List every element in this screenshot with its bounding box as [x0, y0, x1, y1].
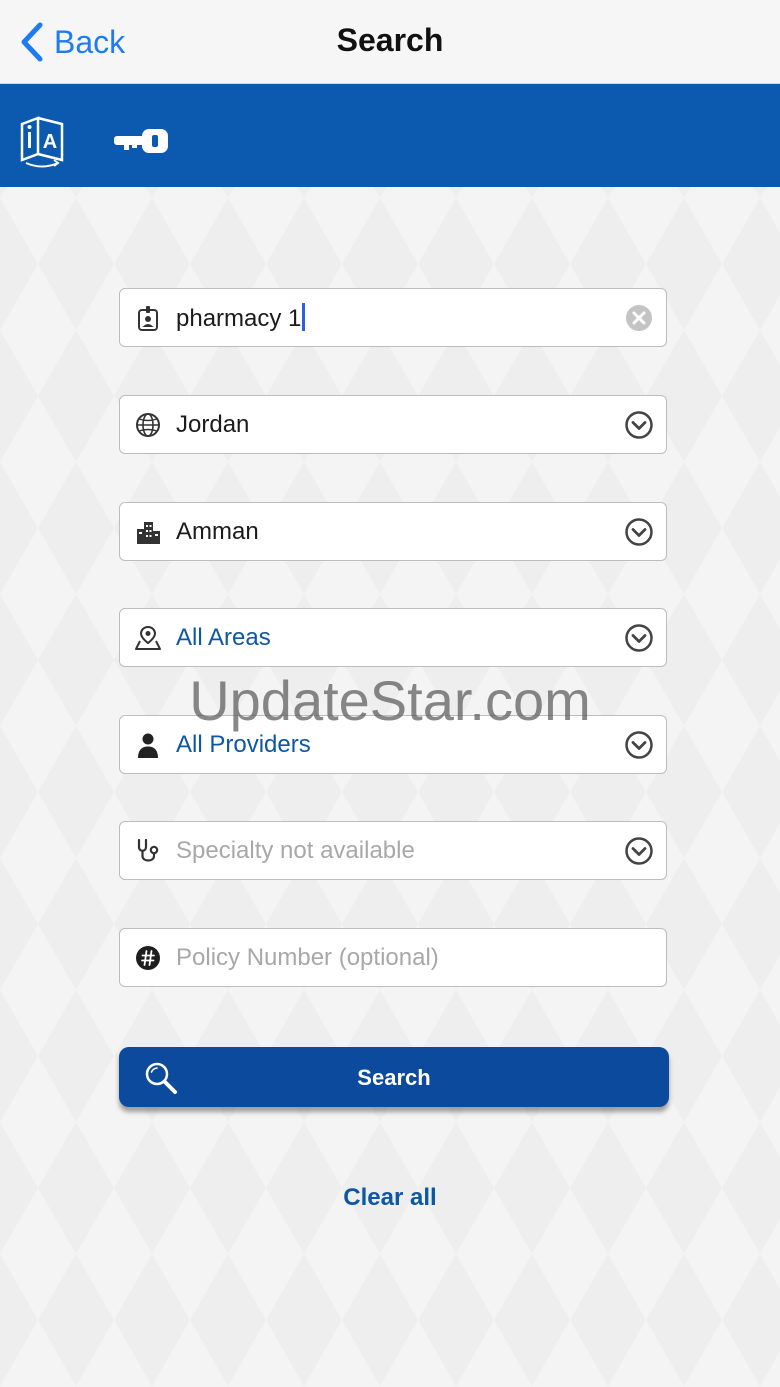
policy-number-placeholder: Policy Number (optional)	[176, 943, 439, 971]
country-value: Jordan	[176, 410, 250, 438]
specialty-placeholder: Specialty not available	[176, 836, 415, 864]
area-value: All Areas	[176, 623, 271, 651]
area-select[interactable]: All Areas	[119, 608, 667, 667]
search-button[interactable]: Search	[119, 1047, 669, 1107]
toolbar: A	[0, 84, 780, 187]
navigation-bar: Back Search	[0, 0, 780, 84]
country-select[interactable]: Jordan	[119, 395, 667, 454]
chevron-down-icon	[625, 410, 653, 439]
clear-text-icon[interactable]	[624, 303, 654, 333]
person-icon	[138, 733, 158, 758]
key-icon[interactable]	[112, 126, 170, 156]
map-pin-icon	[135, 625, 161, 650]
chevron-down-icon	[625, 517, 653, 546]
policy-number-input[interactable]: Policy Number (optional)	[119, 928, 667, 987]
city-value: Amman	[176, 517, 259, 545]
svg-text:A: A	[43, 131, 57, 153]
search-button-label: Search	[357, 1065, 431, 1090]
provider-name-input[interactable]: pharmacy 1	[119, 288, 667, 347]
hash-icon	[136, 945, 160, 970]
id-badge-icon	[138, 305, 158, 331]
text-caret	[302, 302, 306, 331]
specialty-select[interactable]: Specialty not available	[119, 821, 667, 880]
globe-icon	[136, 412, 160, 437]
stethoscope-icon	[137, 838, 159, 862]
city-select[interactable]: Amman	[119, 502, 667, 561]
chevron-down-icon	[625, 730, 653, 759]
city-buildings-icon	[137, 521, 160, 544]
chevron-down-icon	[625, 836, 653, 865]
chevron-down-icon	[625, 623, 653, 652]
provider-type-select[interactable]: All Providers	[119, 715, 667, 774]
language-icon[interactable]: A	[18, 114, 66, 168]
provider-name-value: pharmacy 1	[176, 302, 624, 333]
page-title: Search	[336, 22, 444, 58]
provider-type-value: All Providers	[176, 730, 311, 758]
clear-all-link[interactable]: Clear all	[0, 1184, 780, 1212]
